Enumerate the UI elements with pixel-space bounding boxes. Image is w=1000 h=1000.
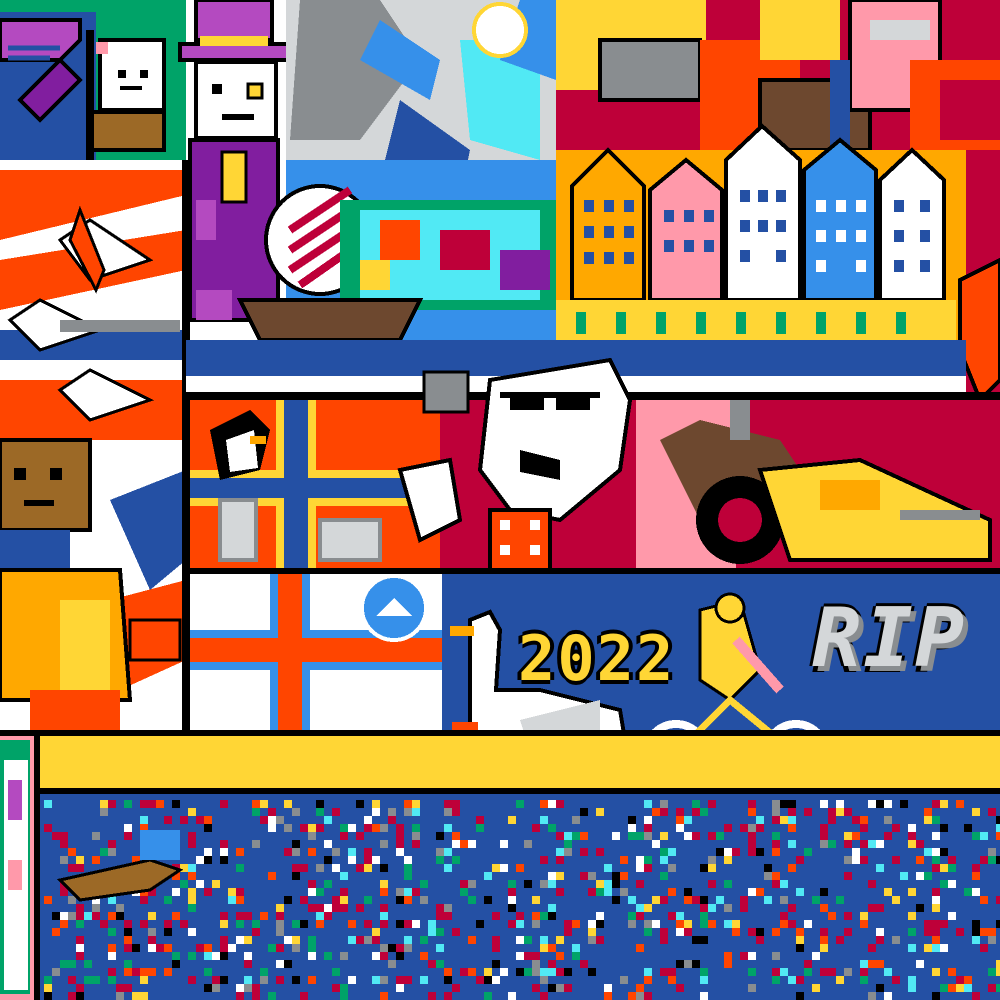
banner-year-text: 2022 — [518, 622, 676, 695]
yellow-band — [0, 730, 1000, 794]
banner-rip-text: RIP — [812, 591, 967, 686]
pink-strip — [0, 736, 40, 1000]
pixel-art-scene — [0, 0, 1000, 1000]
viking-ship — [236, 160, 560, 342]
noise-field — [40, 794, 1000, 1000]
emblem-tile — [0, 0, 96, 160]
top-hat-figure — [178, 0, 292, 340]
race-car-tile — [636, 400, 1000, 572]
cat-tile — [86, 0, 186, 160]
pixel-art-canvas[interactable]: 2022 RIP — [0, 0, 1000, 1000]
